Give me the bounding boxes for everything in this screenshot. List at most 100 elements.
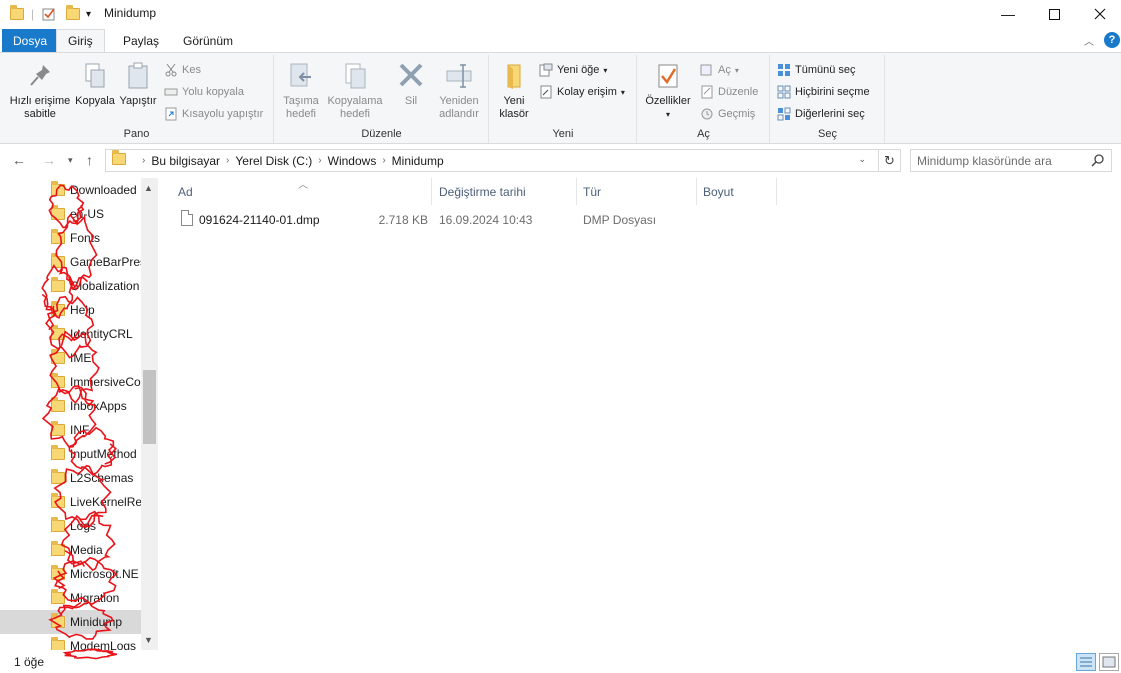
scroll-up-icon[interactable]: ▲ (144, 183, 153, 193)
collapse-ribbon-icon[interactable]: ︿ (1084, 33, 1094, 48)
details-view-button[interactable] (1076, 653, 1096, 671)
ribbon-tabs: Dosya Giriş Paylaş Görünüm ︿ ? (0, 28, 1121, 52)
nav-item[interactable]: IME (0, 346, 141, 370)
nav-item[interactable]: InputMethod (0, 442, 141, 466)
back-arrow-icon[interactable]: ← (12, 152, 26, 168)
nav-item[interactable]: L2Schemas (0, 466, 141, 490)
new-item-button[interactable]: Yeni öğe ▾ (539, 61, 607, 79)
copy-to-button[interactable]: Kopyalama hedefi (325, 61, 385, 121)
nav-item[interactable]: Migration (0, 586, 141, 610)
folder-icon (51, 373, 65, 388)
column-header-date[interactable]: Değiştirme tarihi (421, 178, 577, 205)
pin-quick-access-button[interactable]: Hızlı erişime sabitle (6, 61, 74, 121)
new-folder-button[interactable]: Yeni klasör (494, 61, 534, 121)
open-button[interactable]: Aç ▾ (700, 61, 739, 79)
nav-item[interactable]: LiveKernelRe (0, 490, 141, 514)
properties-quick-icon[interactable] (42, 5, 56, 23)
folder-icon (112, 150, 132, 168)
breadcrumb-item[interactable]: Yerel Disk (C:) (235, 154, 312, 168)
move-to-icon (290, 63, 311, 87)
tab-gorunum[interactable]: Görünüm (172, 29, 244, 52)
nav-item-label: LiveKernelRe (70, 495, 141, 509)
new-folder-quick-icon[interactable] (66, 5, 80, 23)
nav-item[interactable]: GameBarPres (0, 250, 141, 274)
edit-button[interactable]: Düzenle (700, 83, 758, 101)
maximize-button[interactable] (1031, 0, 1077, 28)
up-arrow-icon[interactable]: ↑ (86, 152, 93, 168)
delete-button[interactable]: Sil (391, 61, 431, 108)
move-to-button[interactable]: Taşıma hedefi (279, 61, 323, 121)
cut-button[interactable]: Kes (164, 61, 201, 79)
rename-button[interactable]: Yeniden adlandır (433, 61, 485, 121)
nav-item[interactable]: Media (0, 538, 141, 562)
file-row[interactable]: 091624-21140-01.dmp 16.09.2024 10:43 DMP… (160, 208, 780, 230)
copy-path-button[interactable]: Yolu kopyala (164, 83, 244, 101)
nav-item-label: Microsoft.NE (70, 567, 139, 581)
open-icon (700, 64, 712, 76)
tab-giris[interactable]: Giriş (56, 29, 105, 52)
forward-arrow-icon[interactable]: → (42, 152, 56, 168)
nav-item-label: Logs (70, 519, 97, 533)
nav-item[interactable]: Minidump (0, 610, 141, 634)
large-icons-view-button[interactable] (1099, 653, 1119, 671)
title-bar: | ▾ Minidump — (0, 0, 1121, 28)
nav-item[interactable]: Help (0, 298, 141, 322)
column-header-name[interactable]: Ad (160, 178, 432, 205)
nav-item[interactable]: Microsoft.NE (0, 562, 141, 586)
chevron-right-icon[interactable]: › (142, 155, 145, 166)
nav-item-label: ModemLogs (70, 639, 137, 650)
minimize-button[interactable]: — (985, 0, 1031, 28)
nav-item-label: Migration (70, 591, 120, 605)
nav-item[interactable]: Logs (0, 514, 141, 538)
refresh-button[interactable]: ↻ (879, 149, 901, 172)
properties-button[interactable]: Özellikler ▾ (642, 61, 694, 121)
help-icon[interactable]: ? (1104, 32, 1120, 48)
nav-item[interactable]: ModemLogs (0, 634, 141, 650)
select-all-button[interactable]: Tümünü seç (777, 61, 856, 79)
search-input[interactable]: Minidump klasöründe ara (910, 149, 1112, 172)
nav-item[interactable]: INF (0, 418, 141, 442)
nav-item[interactable]: IdentityCRL (0, 322, 141, 346)
scrollbar-thumb[interactable] (143, 370, 156, 444)
invert-selection-button[interactable]: Diğerlerini seç (777, 105, 865, 123)
recent-locations-chevron-icon[interactable]: ▾ (68, 155, 73, 166)
select-none-button[interactable]: Hiçbirini seçme (777, 83, 870, 101)
nav-item-label: ImmersiveCo (70, 375, 141, 389)
nav-item[interactable]: InboxApps (0, 394, 141, 418)
nav-item[interactable]: en-US (0, 202, 141, 226)
nav-scrollbar[interactable]: ▲ ▼ (141, 178, 158, 650)
breadcrumb-item[interactable]: Windows (328, 154, 377, 168)
pin-icon (30, 65, 50, 86)
address-dropdown-icon[interactable]: ⌄ (858, 154, 866, 165)
folder-icon (51, 397, 65, 412)
nav-item[interactable]: Downloaded (0, 178, 141, 202)
close-button[interactable] (1077, 0, 1121, 28)
history-button[interactable]: Geçmiş (700, 105, 755, 123)
tab-dosya[interactable]: Dosya (2, 29, 59, 52)
scroll-down-icon[interactable]: ▼ (144, 635, 153, 645)
nav-item-label: Media (70, 543, 103, 557)
group-label-duzenle: Düzenle (361, 128, 402, 140)
chevron-right-icon[interactable]: › (318, 155, 321, 166)
easy-access-button[interactable]: Kolay erişim ▾ (539, 83, 625, 101)
address-bar[interactable]: › Bu bilgisayar › Yerel Disk (C:) › Wind… (105, 149, 879, 172)
customize-quick-access-icon[interactable]: ▾ (86, 5, 91, 23)
breadcrumb-item[interactable]: Minidump (392, 154, 444, 168)
select-none-icon (777, 85, 791, 99)
chevron-right-icon[interactable]: › (382, 155, 385, 166)
refresh-icon: ↻ (884, 152, 895, 168)
paste-shortcut-button[interactable]: Kısayolu yapıştır (164, 105, 263, 123)
tab-paylas[interactable]: Paylaş (112, 29, 170, 52)
address-row: ← → ▾ ↑ › Bu bilgisayar › Yerel Disk (C:… (0, 146, 1121, 176)
copy-button[interactable]: Kopyala (73, 61, 117, 108)
column-header-type[interactable]: Tür (565, 178, 697, 205)
column-header-size[interactable]: Boyut (685, 178, 777, 205)
nav-item[interactable]: ImmersiveCo (0, 370, 141, 394)
paste-button[interactable]: Yapıştır (118, 61, 158, 108)
breadcrumb-item[interactable]: Bu bilgisayar (151, 154, 220, 168)
scissors-icon (165, 63, 177, 77)
chevron-right-icon[interactable]: › (226, 155, 229, 166)
nav-item[interactable]: Globalization (0, 274, 141, 298)
new-item-icon (539, 63, 553, 77)
nav-item[interactable]: Fonts (0, 226, 141, 250)
